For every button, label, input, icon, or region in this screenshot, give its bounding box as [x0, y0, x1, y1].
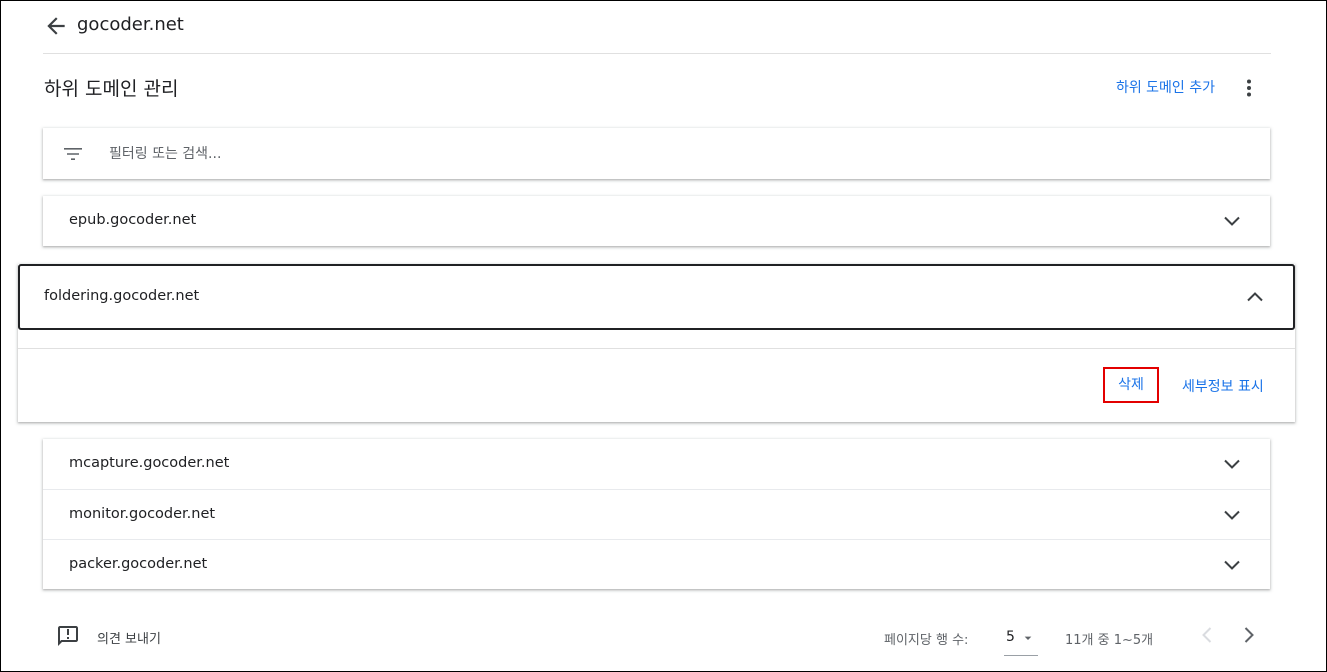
subdomain-row[interactable]: mcapture.gocoder.net	[43, 439, 1270, 489]
subdomain-name: epub.gocoder.net	[69, 212, 197, 228]
top-bar: gocoder.net	[43, 0, 1271, 54]
feedback-icon[interactable]	[56, 624, 80, 648]
subdomain-row[interactable]: epub.gocoder.net	[43, 196, 1270, 246]
chevron-down-icon[interactable]	[1220, 452, 1244, 476]
send-feedback-link[interactable]: 의견 보내기	[97, 628, 161, 647]
rows-per-page-value: 5	[1006, 629, 1015, 645]
chevron-down-icon[interactable]	[1220, 209, 1244, 233]
expanded-subdomain-panel: foldering.gocoder.net 삭제 세부정보 표시	[18, 264, 1295, 422]
filter-search-input[interactable]	[109, 142, 1209, 166]
filter-bar	[43, 128, 1270, 179]
show-details-button[interactable]: 세부정보 표시	[1182, 376, 1264, 396]
chevron-left-icon[interactable]	[1195, 623, 1219, 647]
chevron-right-icon[interactable]	[1237, 623, 1261, 647]
subdomain-list: mcapture.gocoder.net monitor.gocoder.net…	[43, 439, 1270, 589]
delete-button[interactable]: 삭제	[1103, 367, 1159, 403]
footer: 의견 보내기 페이지당 행 수: 5 11개 중 1~5개	[0, 610, 1327, 660]
add-subdomain-link[interactable]: 하위 도메인 추가	[1116, 77, 1215, 97]
panel-divider	[18, 348, 1295, 349]
expanded-subdomain-header[interactable]: foldering.gocoder.net	[18, 264, 1295, 330]
site-name: gocoder.net	[77, 14, 184, 35]
subdomain-name: mcapture.gocoder.net	[69, 455, 230, 471]
caret-down-icon	[1020, 630, 1036, 646]
page-title: 하위 도메인 관리	[44, 78, 179, 100]
chevron-down-icon[interactable]	[1220, 553, 1244, 577]
filter-list-icon	[61, 142, 85, 166]
subdomain-row[interactable]: packer.gocoder.net	[43, 539, 1270, 590]
chevron-up-icon[interactable]	[1243, 285, 1267, 309]
subdomain-name: monitor.gocoder.net	[69, 506, 216, 522]
rows-per-page-select[interactable]: 5	[1004, 625, 1038, 656]
chevron-down-icon[interactable]	[1220, 503, 1244, 527]
subdomain-name: foldering.gocoder.net	[44, 288, 200, 304]
rows-per-page-label: 페이지당 행 수:	[884, 633, 969, 648]
pagination-range: 11개 중 1~5개	[1065, 633, 1154, 648]
subdomain-name: packer.gocoder.net	[69, 556, 208, 572]
back-arrow-icon[interactable]	[43, 13, 69, 39]
subdomain-row[interactable]: monitor.gocoder.net	[43, 489, 1270, 540]
more-vert-icon[interactable]	[1237, 76, 1261, 100]
